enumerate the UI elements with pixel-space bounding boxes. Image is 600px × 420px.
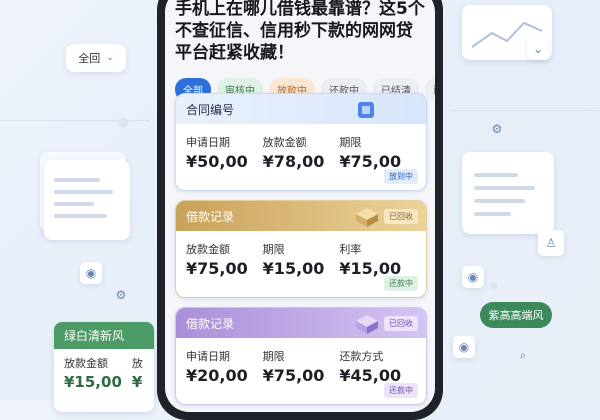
card-badge: 已回收	[384, 315, 418, 331]
field-label: 申请日期	[186, 350, 230, 363]
phone-frame: 手机上在哪儿借钱最靠谱？这5个不查征信、信用秒下款的网网贷平台赶紧收藏！ 全部 …	[157, 0, 443, 420]
loan-card-gold[interactable]: 借款记录 已回收 放款金额 ¥75,00 期限 ¥15,00 利率 ¥15,00…	[175, 200, 427, 298]
cube-icon	[356, 208, 378, 227]
field-value: ¥78,00	[262, 152, 325, 171]
green-style-card: 绿白清新风 放款金额 ¥15,00 放 ¥	[54, 322, 154, 412]
field-label: 利率	[339, 243, 362, 256]
document-card	[44, 160, 130, 240]
search-icon: ⌕	[519, 347, 527, 362]
card-badge: 已回收	[384, 208, 418, 224]
field-value: ¥15,00	[262, 259, 325, 278]
loan-card-contract[interactable]: 合同编号 申请日期 ¥50,00 放款金额 ¥78,00 期限 ¥75,00 放…	[175, 93, 427, 191]
user-icon[interactable]: ♙	[538, 230, 564, 256]
field-value: ¥75,00	[186, 259, 248, 278]
field-label: 期限	[262, 243, 285, 256]
gear-icon: ⚙	[115, 288, 127, 302]
page-title: 手机上在哪儿借钱最靠谱？这5个不查征信、信用秒下款的网网贷平台赶紧收藏！	[175, 0, 425, 63]
loan-card-purple[interactable]: 借款记录 已回收 申请日期 ¥20,00 期限 ¥75,00 还款方式 ¥45,…	[175, 307, 427, 405]
green-card-title: 绿白清新风	[54, 322, 154, 349]
phone-screen: 手机上在哪儿借钱最靠谱？这5个不查征信、信用秒下款的网网贷平台赶紧收藏！ 全部 …	[165, 0, 435, 412]
field-value: ¥75,00	[262, 366, 325, 385]
card-title: 借款记录	[186, 316, 235, 331]
green-card-label: 放款金额	[64, 357, 108, 370]
style-tag-purple[interactable]: 紫高高端风	[480, 302, 552, 328]
tab-overdue[interactable]: 已逾期	[425, 78, 435, 101]
field-value: ¥50,00	[186, 152, 248, 171]
camera-icon[interactable]: ◉	[462, 266, 484, 288]
field-label: 还款方式	[339, 350, 384, 363]
field-value: ¥20,00	[186, 366, 248, 385]
status-badge: 还款中	[384, 383, 418, 398]
camera-icon[interactable]: ◉	[453, 336, 475, 358]
green-card-value-2: ¥	[131, 373, 143, 391]
chip-icon	[358, 102, 374, 118]
field-label: 申请日期	[186, 136, 230, 149]
card-title: 借款记录	[186, 209, 235, 224]
field-label: 放款金额	[186, 243, 230, 256]
chevron-down-icon[interactable]: ⌄	[527, 38, 549, 60]
camera-icon[interactable]: ◉	[80, 262, 102, 284]
background-dot	[490, 282, 498, 290]
filter-dropdown[interactable]: 全回 ⌄	[66, 44, 126, 72]
status-badge: 放到中	[384, 169, 418, 184]
field-label: 放款金额	[262, 136, 307, 149]
green-card-label-2: 放	[131, 357, 143, 370]
gear-icon: ⚙	[491, 122, 503, 136]
chevron-down-icon: ⌄	[106, 53, 114, 63]
background-dot	[118, 118, 128, 128]
field-label: 期限	[339, 136, 362, 149]
card-title: 合同编号	[186, 102, 235, 117]
green-card-value: ¥15,00	[64, 373, 122, 391]
status-badge: 还款中	[384, 276, 418, 291]
document-card-right	[462, 152, 554, 234]
filter-dropdown-label: 全回	[78, 52, 101, 65]
background-line	[450, 110, 600, 111]
cube-icon	[356, 315, 378, 334]
field-label: 期限	[262, 350, 285, 363]
